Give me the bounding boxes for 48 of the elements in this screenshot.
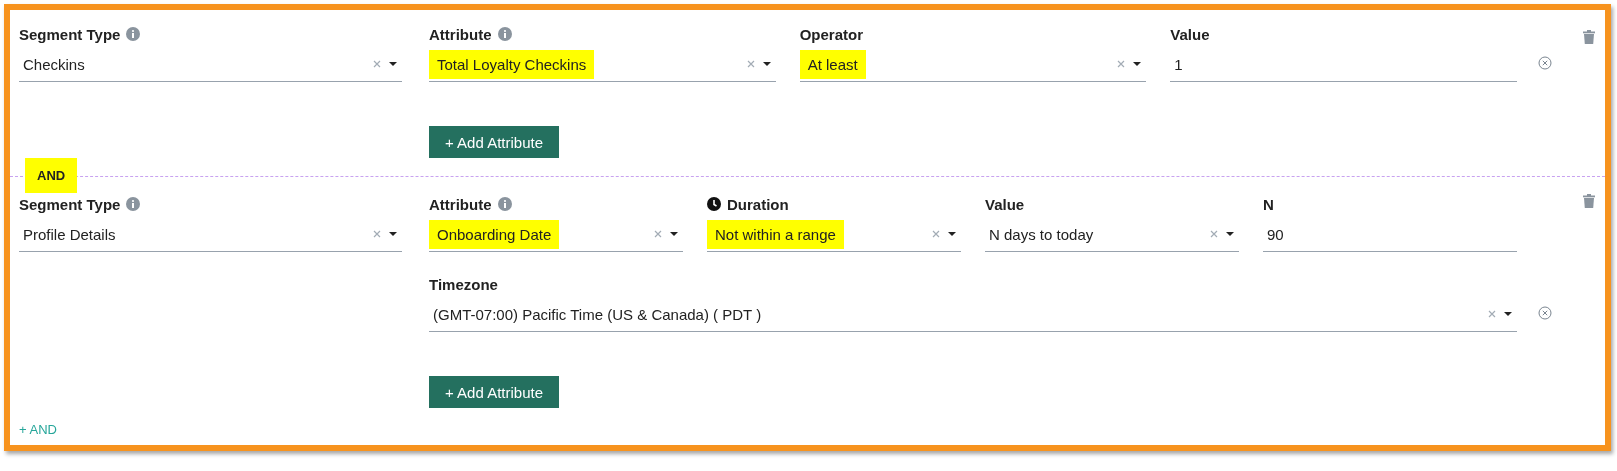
- clear-icon[interactable]: [1487, 309, 1497, 319]
- caret-icon[interactable]: [947, 231, 957, 237]
- clear-icon[interactable]: [1209, 229, 1219, 239]
- input-field[interactable]: 1: [1170, 47, 1517, 82]
- select-field[interactable]: (GMT-07:00) Pacific Time (US & Canada) ( PDT ): [429, 297, 1517, 332]
- select-field[interactable]: At least: [799, 47, 1147, 82]
- clear-icon[interactable]: [372, 59, 382, 69]
- select-field[interactable]: Checkins: [19, 47, 402, 82]
- clear-icon[interactable]: [372, 229, 382, 239]
- field-label: Attribute: [429, 25, 492, 43]
- caret-icon[interactable]: [388, 61, 398, 67]
- info-icon[interactable]: [497, 197, 512, 211]
- caret-icon[interactable]: [669, 231, 679, 237]
- field-label: Timezone: [429, 275, 498, 293]
- field-label: N: [1263, 195, 1274, 213]
- field-label: Attribute: [429, 195, 492, 213]
- info-icon[interactable]: [497, 27, 512, 41]
- field-label: Value: [985, 195, 1025, 213]
- trash-icon[interactable]: [1583, 30, 1595, 44]
- info-icon[interactable]: [126, 197, 141, 211]
- input-field[interactable]: 90: [1263, 217, 1517, 252]
- add-attribute-button[interactable]: + Add Attribute: [429, 126, 559, 158]
- select-field[interactable]: N days to today: [985, 217, 1239, 252]
- clear-icon[interactable]: [745, 59, 756, 69]
- select-field[interactable]: Profile Details: [19, 217, 402, 252]
- info-icon[interactable]: [126, 27, 141, 41]
- field-label: Operator: [799, 25, 864, 43]
- add-attribute-button[interactable]: + Add Attribute: [429, 376, 559, 408]
- clear-icon[interactable]: [931, 229, 941, 239]
- field-label: Value: [1170, 25, 1210, 43]
- field-label: Segment Type: [19, 25, 121, 43]
- clear-icon[interactable]: [1116, 59, 1127, 69]
- select-field[interactable]: Not within a range: [707, 217, 961, 252]
- caret-icon[interactable]: [388, 231, 398, 237]
- select-field[interactable]: Onboarding Date: [429, 217, 683, 252]
- remove-icon[interactable]: [1538, 306, 1552, 320]
- connector-label: AND: [25, 158, 78, 193]
- field-label: Duration: [727, 195, 789, 213]
- field-label: Segment Type: [19, 195, 121, 213]
- clear-icon[interactable]: [653, 229, 663, 239]
- remove-icon[interactable]: [1538, 56, 1552, 70]
- caret-icon[interactable]: [1132, 61, 1143, 67]
- caret-icon[interactable]: [761, 61, 772, 67]
- trash-icon[interactable]: [1583, 194, 1595, 208]
- select-field[interactable]: Total Loyalty Checkins: [429, 47, 776, 82]
- caret-icon[interactable]: [1503, 311, 1513, 317]
- caret-icon[interactable]: [1225, 231, 1235, 237]
- clock-icon: [707, 197, 721, 211]
